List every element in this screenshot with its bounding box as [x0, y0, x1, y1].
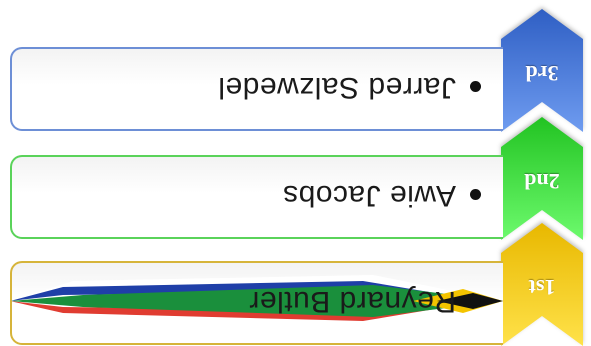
bullet-dot-icon: [470, 189, 481, 201]
place-label: 3rd: [525, 61, 559, 86]
bullet-dot-icon: [470, 295, 481, 307]
ranking-row-third: 3rd Jarred Salzwedel: [0, 9, 591, 132]
place-label: 2nd: [524, 169, 560, 194]
competitor-name: Reynard Butler: [248, 285, 456, 318]
list-item: Jarred Salzwedel: [218, 47, 481, 129]
name-box: Reynard Butler: [10, 261, 503, 345]
list-item: Reynard Butler: [249, 261, 481, 343]
bullet-dot-icon: [470, 81, 481, 93]
list-item: Awie Jacobs: [283, 155, 481, 237]
name-box: Awie Jacobs: [10, 155, 503, 239]
competitor-name: Awie Jacobs: [282, 179, 456, 212]
ranking-diagram: 1st Reynard Butler 2nd Awie Jacobs 3rd J…: [0, 0, 591, 346]
name-box: Jarred Salzwedel: [10, 47, 503, 131]
ranking-row-first: 1st Reynard Butler: [0, 223, 591, 346]
place-label: 1st: [528, 275, 556, 300]
rotated-content: 1st Reynard Butler 2nd Awie Jacobs 3rd J…: [0, 0, 591, 346]
competitor-name: Jarred Salzwedel: [217, 71, 456, 104]
ranking-row-second: 2nd Awie Jacobs: [0, 117, 591, 240]
